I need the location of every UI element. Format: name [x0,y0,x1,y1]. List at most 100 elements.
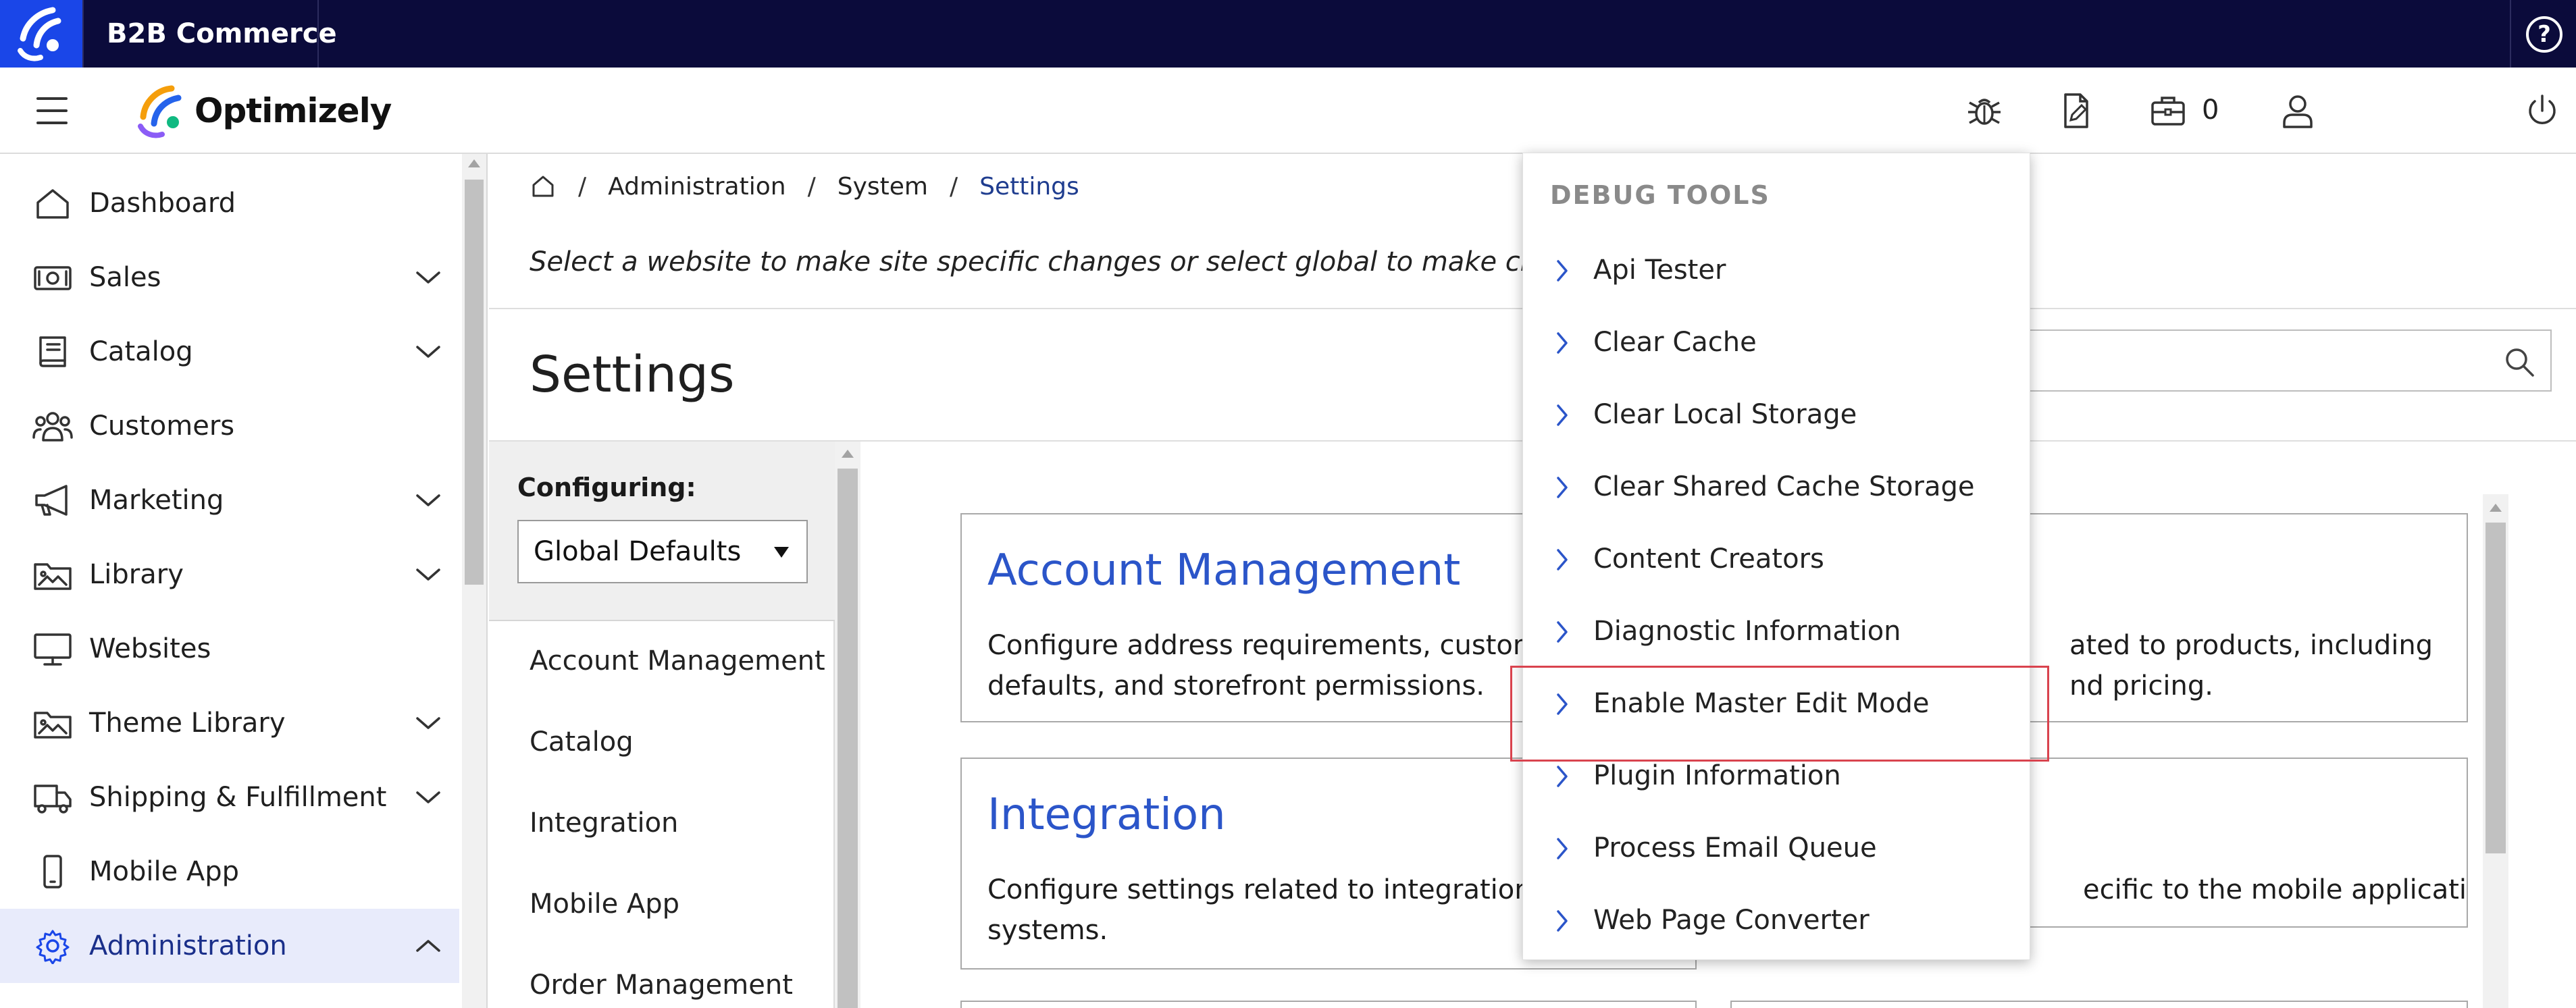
optimizely-logo[interactable]: Optimizely [134,84,392,138]
megaphone-icon [35,485,68,516]
money-icon [34,266,72,290]
config-scrollbar-thumb[interactable] [838,469,858,1008]
users-icon [32,412,73,442]
config-item-catalog[interactable]: Catalog [530,726,634,758]
sidebar: Dashboard Sales Catalog Customers Marketing L… [0,154,488,1008]
home-icon[interactable] [530,173,557,200]
app-title: B2B Commerce [107,18,337,49]
bug-icon[interactable] [1965,92,2003,130]
card-partial [960,1001,1697,1008]
chevron-down-icon[interactable] [413,713,443,733]
sidebar-item-customers[interactable]: Customers [0,389,459,463]
sidebar-item-theme-library[interactable]: Theme Library [0,686,459,760]
breadcrumb-system[interactable]: System [838,173,928,201]
cart-count: 0 [2202,95,2219,126]
breadcrumb: / Administration / System / Settings [530,167,1079,205]
sidebar-item-label: Marketing [89,485,224,516]
card-description-line: defaults, and storefront permissions. [987,670,1485,701]
scroll-up-arrow-icon[interactable] [468,159,480,167]
card-description: Configure address requirements, customer… [987,625,1567,706]
website-select-value: Global Defaults [534,536,742,567]
chevron-right-icon [1557,332,1568,354]
debug-item-label: Web Page Converter [1593,905,1870,936]
cards-scrollbar[interactable] [2483,494,2508,1008]
card-title[interactable]: Integration [987,790,1226,840]
chevron-down-icon[interactable] [413,787,443,807]
scroll-up-arrow-icon[interactable] [842,450,854,458]
chevron-down-icon[interactable] [413,342,443,362]
debug-tools-title: DEBUG TOOLS [1550,180,1770,210]
sidebar-scrollbar[interactable] [462,154,486,1008]
chevron-down-icon[interactable] [413,267,443,288]
debug-tools-menu: DEBUG TOOLS Api Tester Clear Cache Clear L… [1522,153,2030,960]
debug-item-diagnostic-information[interactable]: Diagnostic Information [1523,595,2031,668]
briefcase-icon[interactable] [2149,92,2187,130]
settings-search-input[interactable] [1959,329,2552,392]
card-description-line: ated to products, including [2069,630,2433,661]
scroll-up-arrow-icon[interactable] [2490,504,2502,512]
sidebar-item-label: Library [89,559,184,590]
breadcrumb-separator: / [807,172,816,201]
card-title[interactable]: Account Management [987,546,1460,595]
power-icon[interactable] [2523,92,2561,130]
debug-item-api-tester[interactable]: Api Tester [1523,234,2031,307]
sidebar-item-marketing[interactable]: Marketing [0,463,459,537]
sidebar-item-administration[interactable]: Administration [0,909,459,983]
chevron-right-icon [1557,621,1568,643]
card-description-line: systems. [987,915,1108,946]
sidebar-item-shipping-fulfillment[interactable]: Shipping & Fulfillment [0,760,459,834]
website-select[interactable]: Global Defaults [517,520,808,583]
edit-document-icon[interactable] [2057,92,2095,130]
highlight-box [1510,666,2049,762]
sidebar-item-dashboard[interactable]: Dashboard [0,166,459,240]
card-description-line: Configure address requirements, customer [987,630,1567,661]
optimizely-logo-icon [138,85,182,138]
user-icon[interactable] [2279,92,2317,130]
breadcrumb-administration[interactable]: Administration [608,173,785,201]
card-description-line: ecific to the mobile application. [2083,874,2468,905]
config-panel: Configuring: Global Defaults Account Man… [489,442,835,1008]
topbar-divider [82,0,84,68]
chevron-right-icon [1557,260,1568,282]
card-description-line: nd pricing. [2069,670,2213,701]
monitor-icon [34,633,72,666]
config-header: Configuring: Global Defaults [489,442,835,621]
debug-item-label: Api Tester [1593,255,1726,286]
help-icon[interactable]: ? [2526,16,2562,53]
sidebar-item-mobile-app[interactable]: Mobile App [0,834,459,909]
debug-item-web-page-converter[interactable]: Web Page Converter [1523,884,2031,957]
debug-item-clear-cache[interactable]: Clear Cache [1523,307,2031,379]
config-item-order-management[interactable]: Order Management [530,970,793,1001]
chevron-down-icon[interactable] [413,564,443,585]
sidebar-item-label: Sales [89,262,161,293]
top-bar: B2B Commerce ? [0,0,2576,68]
debug-item-process-email-queue[interactable]: Process Email Queue [1523,812,2031,884]
chevron-up-icon[interactable] [413,936,443,956]
debug-item-content-creators[interactable]: Content Creators [1523,523,2031,595]
hamburger-menu-icon[interactable] [36,97,68,124]
chevron-down-icon[interactable] [413,490,443,510]
debug-item-clear-shared-cache-storage[interactable]: Clear Shared Cache Storage [1523,451,2031,523]
chevron-right-icon [1557,766,1568,787]
sidebar-item-sales[interactable]: Sales [0,240,459,315]
card-description: ecific to the mobile application. [2083,870,2468,910]
config-scrollbar[interactable] [835,442,860,1008]
chevron-right-icon [1557,838,1568,859]
caret-down-icon [774,547,789,558]
cards-scrollbar-thumb[interactable] [2485,523,2506,853]
chevron-right-icon [1557,549,1568,571]
sidebar-item-label: Websites [89,633,211,664]
image-folder-icon [34,563,72,590]
sidebar-scrollbar-thumb[interactable] [465,180,484,585]
config-item-account-management[interactable]: Account Management [530,645,825,677]
sidebar-item-library[interactable]: Library [0,537,459,612]
sidebar-item-catalog[interactable]: Catalog [0,315,459,389]
debug-item-clear-local-storage[interactable]: Clear Local Storage [1523,379,2031,451]
card-description-line: Configure settings related to integratio… [987,874,1580,905]
config-item-integration[interactable]: Integration [530,807,678,839]
sidebar-item-websites[interactable]: Websites [0,612,459,686]
brand-logo-icon[interactable] [0,0,82,68]
config-item-mobile-app[interactable]: Mobile App [530,888,679,920]
search-icon[interactable] [2502,344,2537,379]
sidebar-item-label: Catalog [89,336,193,367]
